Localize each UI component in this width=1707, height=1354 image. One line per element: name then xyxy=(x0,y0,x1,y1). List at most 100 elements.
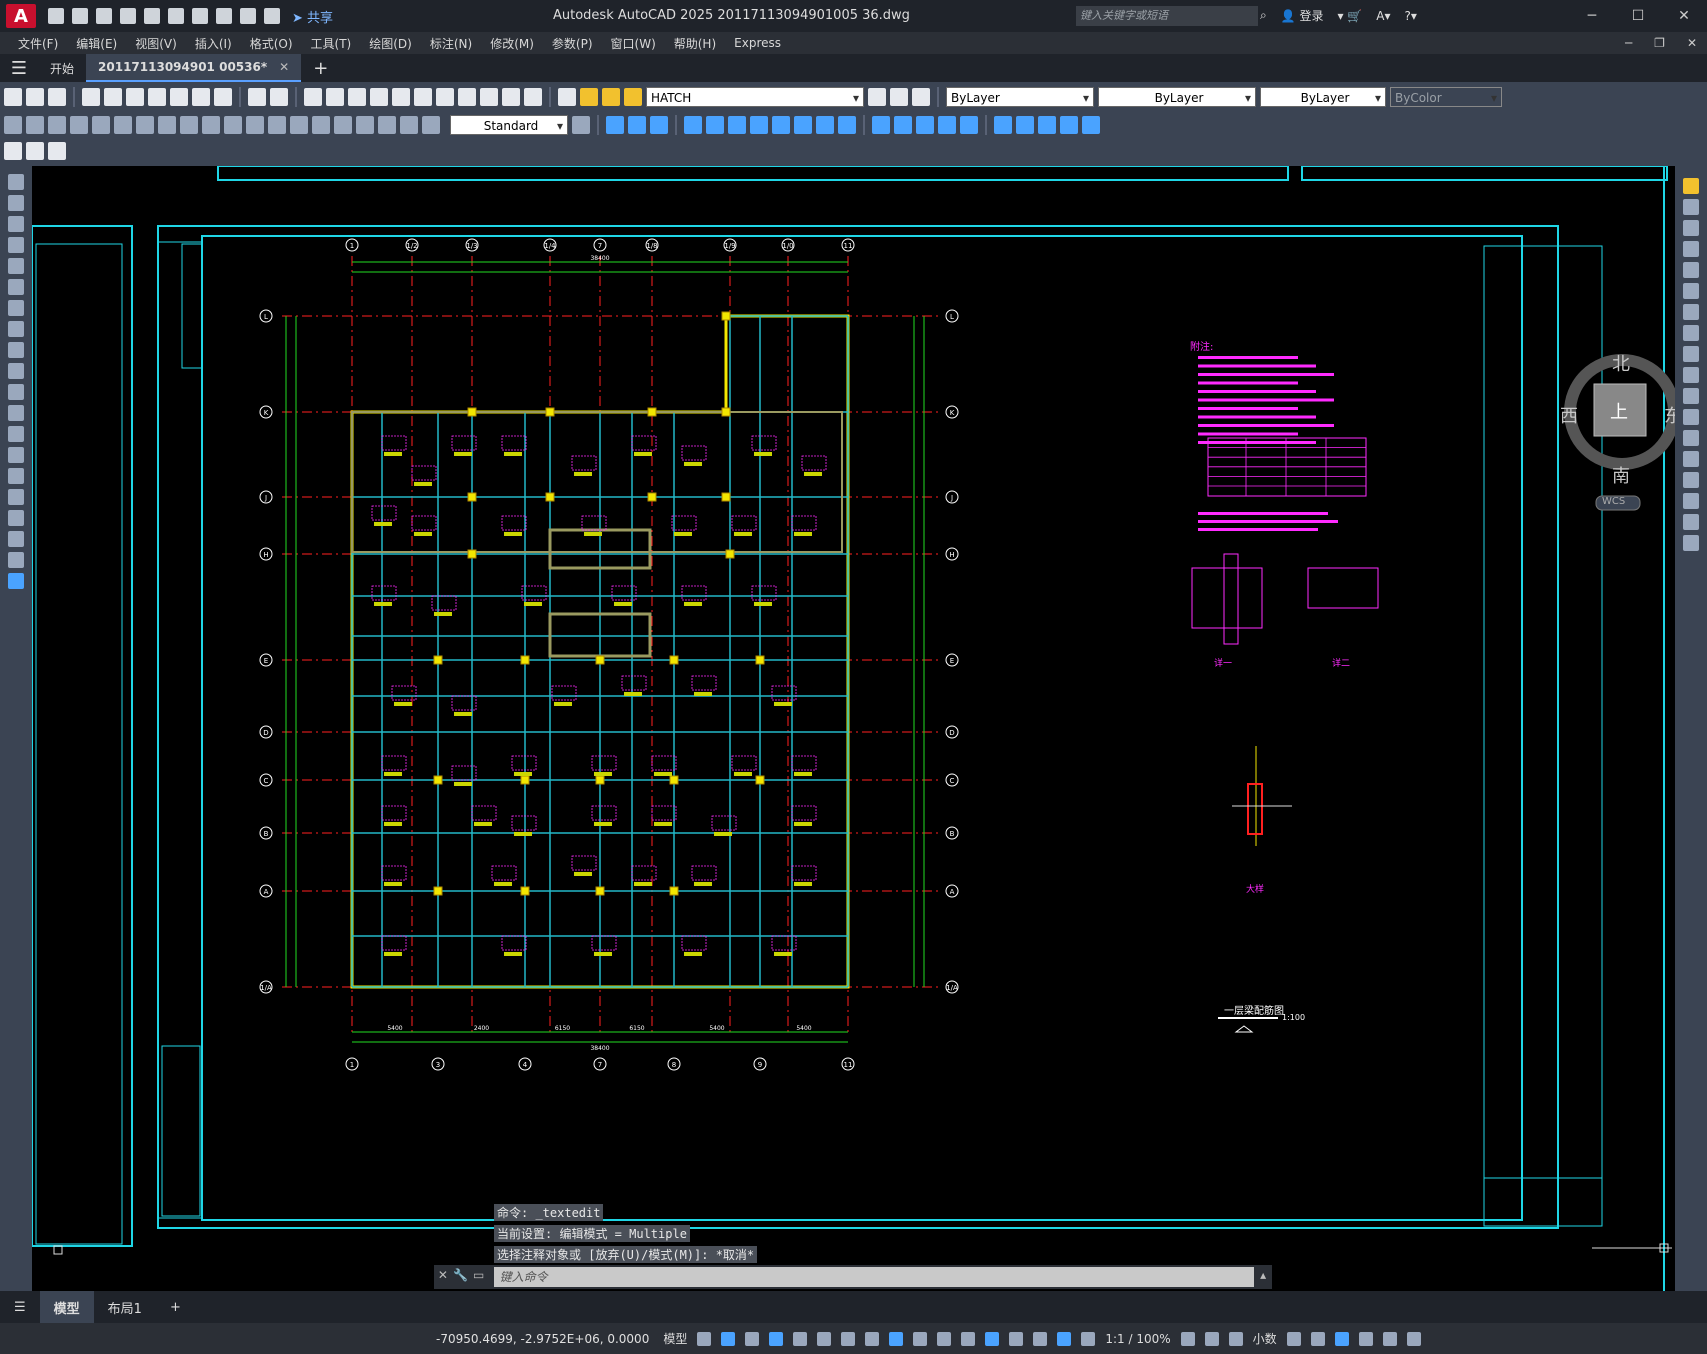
dim-text-edit-icon[interactable] xyxy=(400,116,418,134)
tolerance-icon[interactable] xyxy=(290,116,308,134)
close-button[interactable]: ✕ xyxy=(1661,0,1707,32)
circle-icon[interactable] xyxy=(8,300,24,316)
match-properties-icon[interactable] xyxy=(214,88,232,106)
tool-palettes-icon[interactable] xyxy=(436,88,454,106)
ortho-icon[interactable] xyxy=(793,1331,808,1346)
doc-minimize-icon[interactable]: ─ xyxy=(1625,36,1632,50)
help-icon[interactable] xyxy=(524,88,542,106)
pan-icon[interactable] xyxy=(304,88,322,106)
redo-icon[interactable] xyxy=(240,8,256,24)
workspace-gear-icon[interactable] xyxy=(1180,1331,1195,1346)
menu-item[interactable]: 编辑(E) xyxy=(76,35,117,52)
search-input[interactable]: 键入关键字或短语 xyxy=(1076,6,1258,26)
revcloud-icon[interactable] xyxy=(8,321,24,337)
linetype-dropdown[interactable]: ByLayer xyxy=(1098,87,1256,108)
spline-icon[interactable] xyxy=(8,342,24,358)
plot-preview-icon[interactable] xyxy=(104,88,122,106)
break-at-point-icon[interactable] xyxy=(1683,409,1699,425)
save-icon[interactable] xyxy=(96,8,112,24)
dim-style-icon[interactable] xyxy=(572,116,590,134)
viewcube-north-label[interactable]: 北 xyxy=(1612,350,1630,376)
view-bottom-icon[interactable] xyxy=(650,116,668,134)
3d-osnap-icon[interactable] xyxy=(985,1331,1000,1346)
units-icon[interactable] xyxy=(1228,1331,1243,1346)
inspection-icon[interactable] xyxy=(334,116,352,134)
cmdline-history-toggle-icon[interactable]: ▴ xyxy=(1254,1268,1272,1286)
cut-icon[interactable] xyxy=(148,88,166,106)
view-ne-icon[interactable] xyxy=(816,116,834,134)
layer-dropdown[interactable]: HATCH xyxy=(646,87,864,108)
layout-menu-icon[interactable]: ☰ xyxy=(0,1291,40,1323)
attribute-icon[interactable] xyxy=(48,142,66,160)
zoom-realtime-icon[interactable] xyxy=(326,88,344,106)
viewcube[interactable]: 北 南 东 西 上 WCS xyxy=(1560,350,1675,520)
point-icon[interactable] xyxy=(8,447,24,463)
copy-icon[interactable] xyxy=(170,88,188,106)
viewcube-east-label[interactable]: 东 xyxy=(1664,402,1675,428)
add-selected-icon[interactable] xyxy=(8,573,24,589)
isolate-objects-icon[interactable] xyxy=(1334,1331,1349,1346)
help-icon[interactable]: ?▾ xyxy=(1405,9,1417,23)
ucs-object-icon[interactable] xyxy=(1082,116,1100,134)
add-layout-button[interactable]: + xyxy=(156,1291,195,1323)
insert-block-icon[interactable] xyxy=(8,405,24,421)
polar-tracking-icon[interactable] xyxy=(817,1331,832,1346)
customize-cmdline-icon[interactable]: 🔧 xyxy=(452,1268,470,1286)
break-icon[interactable] xyxy=(1683,430,1699,446)
baseline-dim-icon[interactable] xyxy=(202,116,220,134)
arc-icon[interactable] xyxy=(8,279,24,295)
angular-dim-icon[interactable] xyxy=(158,116,176,134)
wcs-label[interactable]: WCS xyxy=(1602,496,1625,507)
view-se-icon[interactable] xyxy=(794,116,812,134)
undo-icon[interactable] xyxy=(248,88,266,106)
new-file-icon[interactable] xyxy=(48,8,64,24)
quick-dim-icon[interactable] xyxy=(180,116,198,134)
dim-update-icon[interactable] xyxy=(422,116,440,134)
view-top-icon[interactable] xyxy=(628,116,646,134)
menu-item[interactable]: 标注(N) xyxy=(430,35,472,52)
close-cmdline-icon[interactable]: ✕ xyxy=(434,1268,452,1286)
view-nw-icon[interactable] xyxy=(838,116,856,134)
explode-icon[interactable] xyxy=(1683,535,1699,551)
lineweight-icon[interactable] xyxy=(913,1331,928,1346)
tab-layout1[interactable]: 布局1 xyxy=(94,1291,156,1323)
realistic-icon[interactable] xyxy=(894,116,912,134)
trim-icon[interactable] xyxy=(1683,367,1699,383)
gradient-icon[interactable] xyxy=(8,489,24,505)
menu-item[interactable]: Express xyxy=(734,36,781,50)
customization-icon[interactable] xyxy=(1406,1331,1421,1346)
command-input[interactable]: 键入命令 xyxy=(493,1267,1255,1287)
zoom-previous-icon[interactable] xyxy=(370,88,388,106)
copy-object-icon[interactable] xyxy=(1683,199,1699,215)
tab-start[interactable]: 开始 xyxy=(38,54,86,82)
dim-edit-icon[interactable] xyxy=(378,116,396,134)
aligned-dim-icon[interactable] xyxy=(26,116,44,134)
annotation-scale-label[interactable]: 1:1 / 100% xyxy=(1105,1332,1170,1346)
radius-dim-icon[interactable] xyxy=(92,116,110,134)
rotate-icon[interactable] xyxy=(1683,304,1699,320)
plotstyle-dropdown[interactable]: ByColor xyxy=(1390,87,1502,108)
view-left-icon[interactable] xyxy=(684,116,702,134)
menu-item[interactable]: 修改(M) xyxy=(490,35,534,52)
clean-screen-icon[interactable] xyxy=(1382,1331,1397,1346)
view-right-icon[interactable] xyxy=(706,116,724,134)
scale-icon[interactable] xyxy=(1683,325,1699,341)
ucs-icon[interactable] xyxy=(994,116,1012,134)
open-file-icon[interactable] xyxy=(72,8,88,24)
customize-qat-icon[interactable] xyxy=(264,8,280,24)
snap-icon[interactable] xyxy=(721,1331,736,1346)
layer-previous-icon[interactable] xyxy=(890,88,908,106)
units-label[interactable]: 小数 xyxy=(1253,1330,1277,1347)
layer-freeze-icon[interactable] xyxy=(602,88,620,106)
autodesk-app-icon[interactable]: A▾ xyxy=(1376,9,1390,23)
viewcube-south-label[interactable]: 南 xyxy=(1612,462,1630,488)
calculator-icon[interactable] xyxy=(502,88,520,106)
viewcube-west-label[interactable]: 西 xyxy=(1560,402,1578,428)
wireframe-icon[interactable] xyxy=(960,116,978,134)
close-tab-icon[interactable]: ✕ xyxy=(279,60,289,74)
dim-style-dropdown[interactable]: Standard xyxy=(450,115,568,136)
menu-item[interactable]: 参数(P) xyxy=(552,35,593,52)
stretch-icon[interactable] xyxy=(1683,346,1699,362)
open-icon[interactable] xyxy=(26,88,44,106)
doc-close-icon[interactable]: ✕ xyxy=(1687,36,1697,50)
